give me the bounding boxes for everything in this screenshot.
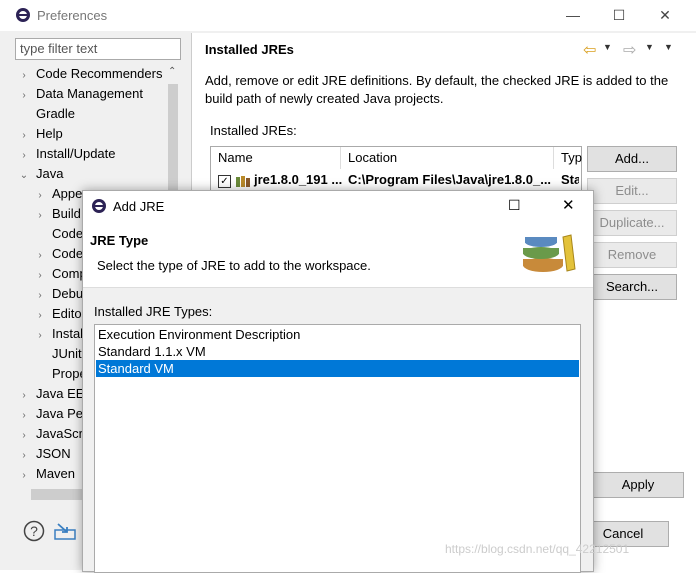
tree-item-label: Java EE <box>36 386 85 401</box>
eclipse-icon <box>16 8 30 22</box>
jre-type: Sta <box>561 172 579 187</box>
search-button[interactable]: Search... <box>587 274 677 300</box>
forward-arrow-icon[interactable]: ⇨ <box>623 40 636 60</box>
duplicate-button[interactable]: Duplicate... <box>587 210 677 236</box>
collapsed-icon[interactable]: › <box>34 326 46 346</box>
tree-item[interactable]: ⌄ Java <box>18 164 164 184</box>
view-menu-icon[interactable]: ▼ <box>664 42 673 52</box>
collapsed-icon[interactable]: › <box>34 286 46 306</box>
jre-name: jre1.8.0_191 ... <box>254 172 343 187</box>
tree-item-label: Instal <box>52 326 84 341</box>
edit-button[interactable]: Edit... <box>587 178 677 204</box>
tree-item-label: Code Recommenders <box>36 66 163 81</box>
collapsed-icon[interactable]: › <box>18 146 30 166</box>
column-header-type[interactable]: Typ <box>554 147 582 169</box>
tree-item-label: Code <box>52 226 84 241</box>
tree-item-label: Java <box>36 166 64 181</box>
tree-item-label: Edito <box>52 306 82 321</box>
close-button[interactable]: ✕ <box>642 0 688 31</box>
remove-button[interactable]: Remove <box>587 242 677 268</box>
collapsed-icon[interactable]: › <box>34 246 46 266</box>
page-title: Installed JREs <box>205 42 294 57</box>
tree-item-label: Debu <box>52 286 84 301</box>
add-jre-dialog: Add JRE ☐ ✕ JRE Type Select the type of … <box>82 190 594 573</box>
tree-item-label: JUnit <box>52 346 82 361</box>
list-item[interactable]: Standard 1.1.x VM <box>96 343 579 360</box>
jre-types-list[interactable]: Execution Environment Description Standa… <box>94 324 581 573</box>
dialog-banner: JRE Type Select the type of JRE to add t… <box>83 221 593 288</box>
jre-library-icon <box>236 176 250 187</box>
tree-item[interactable]: › Help <box>18 124 164 144</box>
dialog-heading: JRE Type <box>90 233 149 248</box>
column-header-name[interactable]: Name <box>211 147 341 169</box>
eclipse-icon <box>92 199 106 213</box>
tree-item[interactable]: › Data Management <box>18 84 164 104</box>
table-row[interactable]: ✓ jre1.8.0_191 ... C:\Program Files\Java… <box>211 171 581 191</box>
collapsed-icon[interactable]: › <box>34 306 46 326</box>
books-icon <box>523 234 576 272</box>
maximize-button[interactable]: ☐ <box>596 0 642 31</box>
page-description: Add, remove or edit JRE definitions. By … <box>205 73 669 106</box>
apply-button[interactable]: Apply <box>592 472 684 498</box>
collapsed-icon[interactable]: › <box>34 186 46 206</box>
window-title: Preferences <box>37 8 108 23</box>
dialog-close-button[interactable]: ✕ <box>562 196 575 214</box>
import-icon[interactable] <box>53 521 77 541</box>
collapsed-icon[interactable]: › <box>18 86 30 106</box>
help-icon[interactable]: ? <box>23 520 45 542</box>
tree-item-label: Install/Update <box>36 146 116 161</box>
dialog-titlebar: Add JRE ☐ ✕ <box>83 191 593 221</box>
minimize-button[interactable]: — <box>550 0 596 31</box>
scroll-up-icon[interactable]: ⌃ <box>168 66 176 77</box>
tree-item-label: Help <box>36 126 63 141</box>
collapsed-icon[interactable]: › <box>18 406 30 426</box>
preferences-titlebar: Preferences — ☐ ✕ <box>0 0 696 31</box>
tree-item-label: Build <box>52 206 81 221</box>
tree-item[interactable]: › Install/Update <box>18 144 164 164</box>
dialog-maximize-button[interactable]: ☐ <box>508 197 521 214</box>
tree-item-label: JavaScri <box>36 426 86 441</box>
list-item-selected[interactable]: Standard VM <box>96 360 579 377</box>
jre-location: C:\Program Files\Java\jre1.8.0_... <box>348 172 552 187</box>
collapsed-icon[interactable]: › <box>18 126 30 146</box>
back-arrow-icon[interactable]: ⇦ <box>583 40 596 60</box>
tree-item-label: Appe <box>52 186 83 201</box>
tree-item-label: Maven <box>36 466 76 481</box>
collapsed-icon[interactable]: › <box>34 266 46 286</box>
collapsed-icon[interactable]: › <box>18 66 30 86</box>
collapsed-icon[interactable]: › <box>18 446 30 466</box>
tree-item-label: Java Per <box>36 406 88 421</box>
tree-item[interactable]: Gradle <box>18 104 164 124</box>
collapsed-icon[interactable]: › <box>18 386 30 406</box>
collapsed-icon[interactable]: › <box>34 206 46 226</box>
expanded-icon[interactable]: ⌄ <box>18 166 30 186</box>
dialog-title: Add JRE <box>113 199 165 214</box>
filter-placeholder: type filter text <box>20 41 98 56</box>
collapsed-icon[interactable]: › <box>18 426 30 446</box>
types-label: Installed JRE Types: <box>94 304 213 319</box>
forward-dropdown-icon[interactable]: ▼ <box>645 42 654 52</box>
installed-jres-label: Installed JREs: <box>210 123 297 138</box>
jre-checkbox[interactable]: ✓ <box>218 175 231 188</box>
watermark: https://blog.csdn.net/qq_42212501 <box>445 542 630 556</box>
tree-item-label: Code <box>52 246 84 261</box>
tree-item-label: Gradle <box>36 106 76 121</box>
column-header-location[interactable]: Location <box>341 147 554 169</box>
dialog-subtitle: Select the type of JRE to add to the wor… <box>97 258 371 273</box>
back-dropdown-icon[interactable]: ▼ <box>603 42 612 52</box>
list-item[interactable]: Execution Environment Description <box>96 326 579 343</box>
filter-input[interactable]: type filter text <box>15 38 181 60</box>
collapsed-icon[interactable]: › <box>18 466 30 484</box>
add-button[interactable]: Add... <box>587 146 677 172</box>
svg-text:?: ? <box>30 523 38 539</box>
tree-item[interactable]: › Code Recommenders <box>18 64 164 84</box>
tree-item-label: JSON <box>36 446 71 461</box>
tree-item-label: Data Management <box>36 86 143 101</box>
